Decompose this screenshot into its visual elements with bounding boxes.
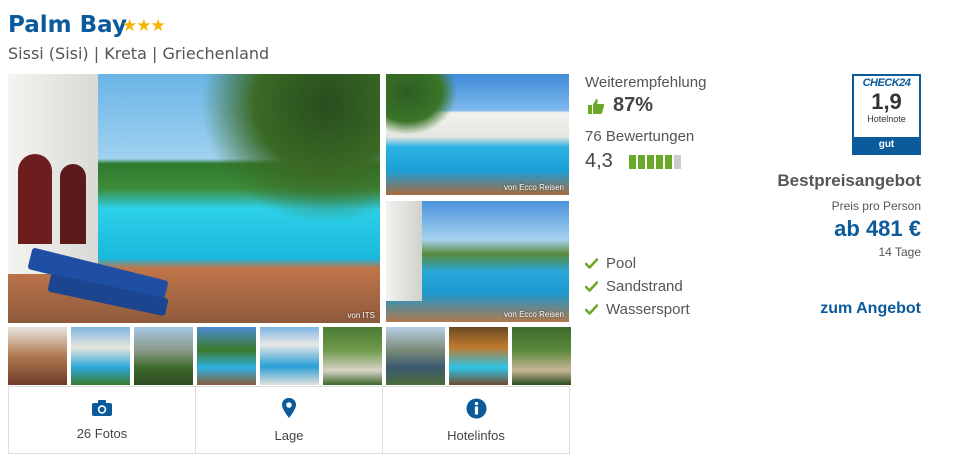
photo-arch	[18, 154, 52, 244]
rating-bar	[664, 154, 672, 169]
feature-label: Pool	[606, 255, 637, 272]
hotel-name[interactable]: Palm Bay	[8, 12, 127, 38]
feature-label: Wassersport	[606, 301, 690, 318]
thumbnail[interactable]	[134, 327, 193, 385]
badge-score: 1,9	[871, 89, 902, 114]
side-photo-bottom[interactable]: von Ecco Reisen	[386, 201, 569, 322]
photo-palm	[386, 74, 456, 134]
tab-hotel-info[interactable]: Hotelinfos	[382, 387, 569, 453]
feature-list: Pool Sandstrand Wassersport	[585, 252, 690, 321]
photo-building	[386, 201, 422, 301]
rating-bar	[637, 154, 645, 169]
check-icon	[585, 258, 598, 269]
side-photo-top[interactable]: von Ecco Reisen	[386, 74, 569, 195]
thumbnail[interactable]	[323, 327, 382, 385]
feature-label: Sandstrand	[606, 278, 683, 295]
hotel-location: Sissi (Sisi) | Kreta | Griechenland	[8, 44, 270, 63]
offer-link[interactable]: zum Angebot	[820, 300, 921, 318]
reviews-count[interactable]: 76 Bewertungen	[585, 128, 694, 145]
price-per-person-label: Preis pro Person	[831, 199, 921, 213]
check-icon	[585, 304, 598, 315]
thumbnail[interactable]	[512, 327, 571, 385]
photo-arch	[60, 164, 86, 244]
thumbnail[interactable]	[8, 327, 67, 385]
recommendation-value: 87%	[613, 94, 654, 116]
feature-item: Sandstrand	[585, 275, 690, 298]
tab-location[interactable]: Lage	[195, 387, 382, 453]
trip-duration: 14 Tage	[878, 245, 922, 259]
thumbnail[interactable]	[260, 327, 319, 385]
rating-bar	[673, 154, 681, 169]
tab-label: Lage	[274, 428, 304, 443]
recommendation-label: Weiterempfehlung	[585, 74, 707, 91]
location-pin-icon	[282, 398, 296, 418]
price: ab 481 €	[834, 216, 921, 241]
feature-item: Wassersport	[585, 298, 690, 321]
hotel-score-badge: CHECK24 1,9 Hotelnote gut	[852, 74, 921, 155]
rating-bars	[628, 154, 681, 169]
thumbs-up-icon	[588, 98, 605, 114]
tab-label: Hotelinfos	[447, 427, 505, 443]
photo-palm	[200, 74, 380, 224]
rating-bar	[628, 154, 636, 169]
check-icon	[585, 281, 598, 292]
badge-brand: CHECK24	[862, 77, 911, 89]
main-hotel-photo[interactable]: von ITS	[8, 74, 380, 323]
thumbnail[interactable]	[449, 327, 508, 385]
thumbnail-strip	[8, 327, 571, 385]
tab-photos[interactable]: 26 Fotos	[9, 387, 195, 453]
photo-credit: von ITS	[347, 311, 375, 320]
thumbnail[interactable]	[386, 327, 445, 385]
photo-credit: von Ecco Reisen	[503, 310, 564, 319]
camera-icon	[92, 400, 112, 416]
hotel-tabs: 26 Fotos Lage Hotelinfos	[8, 386, 570, 454]
recommendation-row: 87%	[587, 94, 653, 117]
best-price-title: Bestpreisangebot	[777, 171, 921, 190]
rating-bar	[646, 154, 654, 169]
rating-bar	[655, 154, 663, 169]
photo-credit: von Ecco Reisen	[503, 183, 564, 192]
rating-score: 4,3	[585, 150, 613, 172]
feature-item: Pool	[585, 252, 690, 275]
info-icon	[466, 398, 486, 418]
badge-verdict: gut	[854, 137, 919, 153]
star-rating: ★★★	[122, 16, 166, 35]
tab-label: 26 Fotos	[76, 426, 128, 441]
thumbnail[interactable]	[197, 327, 256, 385]
badge-label: Hotelnote	[867, 114, 906, 124]
rating-row: 4,3	[585, 150, 681, 173]
thumbnail[interactable]	[71, 327, 130, 385]
